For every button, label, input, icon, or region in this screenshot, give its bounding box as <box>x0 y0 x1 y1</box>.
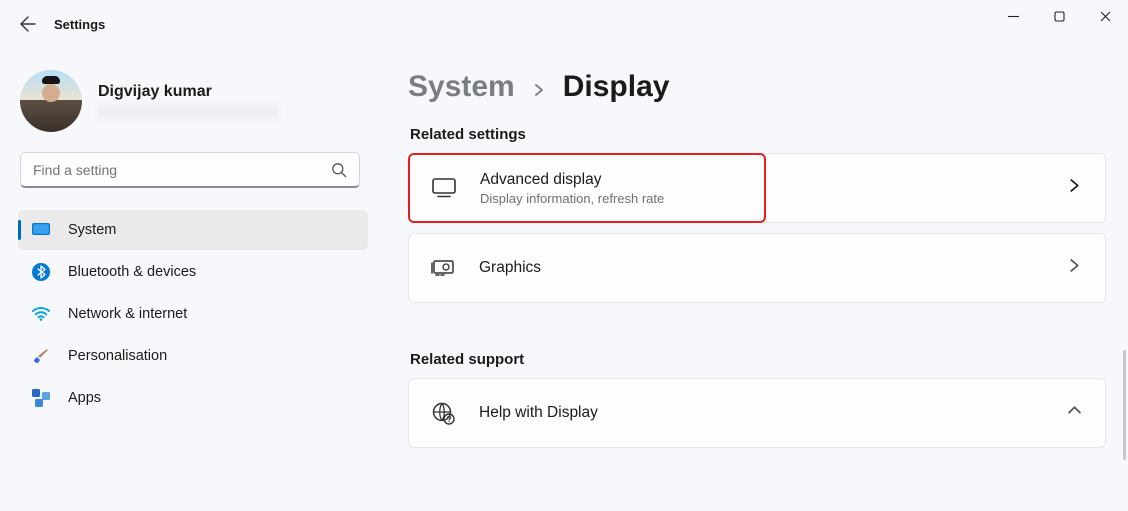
search-field[interactable] <box>33 162 319 178</box>
avatar <box>20 70 82 132</box>
close-icon <box>1100 11 1111 22</box>
breadcrumb-current: Display <box>563 70 670 104</box>
card-title: Advanced display <box>480 171 664 189</box>
profile-block[interactable]: Digvijay kumar <box>0 60 380 152</box>
window-controls <box>990 0 1128 32</box>
sidebar-item-personalisation[interactable]: Personalisation <box>18 336 368 376</box>
sidebar-item-apps[interactable]: Apps <box>18 378 368 418</box>
breadcrumb: System Display <box>408 70 1106 104</box>
graphics-card-icon <box>431 256 455 280</box>
chevron-up-icon <box>1068 404 1081 422</box>
profile-name: Digvijay kumar <box>98 83 278 101</box>
chevron-right-icon <box>533 83 545 101</box>
section-related-support: Related support <box>410 351 1106 368</box>
sidebar-item-system[interactable]: System <box>18 210 368 250</box>
minimize-icon <box>1008 11 1019 22</box>
sidebar: Digvijay kumar System Bluetooth & device… <box>0 0 380 511</box>
sidebar-item-network[interactable]: Network & internet <box>18 294 368 334</box>
paintbrush-icon <box>32 347 50 365</box>
card-advanced-display[interactable]: Advanced display Display information, re… <box>408 153 766 223</box>
close-button[interactable] <box>1082 0 1128 32</box>
maximize-button[interactable] <box>1036 0 1082 32</box>
wifi-icon <box>32 305 50 323</box>
search-icon <box>331 162 347 178</box>
sidebar-item-label: Personalisation <box>68 348 167 364</box>
globe-help-icon <box>431 401 455 425</box>
sidebar-item-label: System <box>68 222 116 238</box>
minimize-button[interactable] <box>990 0 1036 32</box>
card-help-display[interactable]: Help with Display <box>408 378 1106 448</box>
search-input[interactable] <box>20 152 360 188</box>
maximize-icon <box>1054 11 1065 22</box>
sidebar-item-label: Bluetooth & devices <box>68 264 196 280</box>
scroll-indicator[interactable] <box>1123 350 1126 460</box>
card-title: Graphics <box>479 259 541 277</box>
card-graphics[interactable]: Graphics <box>408 233 1106 303</box>
breadcrumb-parent[interactable]: System <box>408 70 515 104</box>
sidebar-item-bluetooth[interactable]: Bluetooth & devices <box>18 252 368 292</box>
chevron-right-icon <box>1068 259 1081 277</box>
sidebar-item-label: Network & internet <box>68 306 187 322</box>
apps-icon <box>32 389 50 407</box>
main-content: System Display Related settings Advanced… <box>408 70 1106 458</box>
monitor-icon <box>432 176 456 200</box>
sidebar-item-label: Apps <box>68 390 101 406</box>
card-title: Help with Display <box>479 404 598 422</box>
section-related-settings: Related settings <box>410 126 1106 143</box>
chevron-right-icon <box>1068 179 1081 197</box>
profile-subtext-redacted <box>98 105 278 119</box>
card-subtitle: Display information, refresh rate <box>480 191 664 206</box>
system-icon <box>32 221 50 239</box>
bluetooth-icon <box>32 263 50 281</box>
sidebar-nav: System Bluetooth & devices Network & int… <box>0 210 380 418</box>
